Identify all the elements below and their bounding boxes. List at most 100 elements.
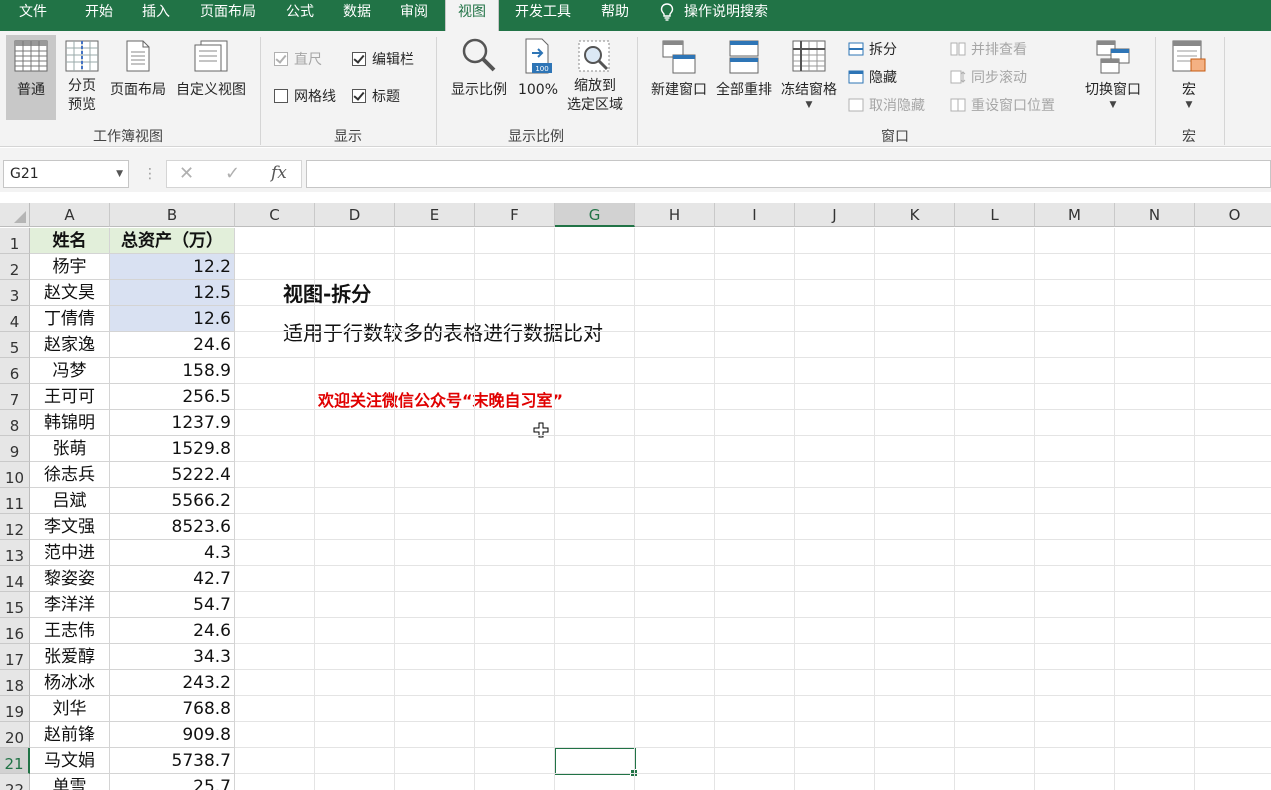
row-header-21[interactable]: 21 (0, 748, 30, 774)
tab-developer[interactable]: 开发工具 (505, 0, 581, 31)
assets-cell[interactable]: 5738.7 (110, 748, 235, 774)
arrange-all-button[interactable]: 全部重排 (712, 35, 776, 120)
name-cell[interactable]: 杨宇 (30, 254, 110, 280)
row-header-14[interactable]: 14 (0, 566, 30, 592)
name-box[interactable]: G21 ▼ (3, 160, 129, 188)
tab-page-layout[interactable]: 页面布局 (190, 0, 266, 31)
name-cell[interactable]: 吕斌 (30, 488, 110, 514)
macros-button[interactable]: 宏 ▼ (1164, 35, 1214, 120)
freeze-panes-button[interactable]: 冻结窗格 ▼ (776, 35, 842, 120)
column-header-f[interactable]: F (475, 203, 555, 227)
assets-cell[interactable]: 12.6 (110, 306, 235, 332)
unhide-button[interactable]: 取消隐藏 (848, 95, 925, 117)
tab-review[interactable]: 审阅 (386, 0, 442, 31)
row-header-22[interactable]: 22 (0, 774, 30, 790)
assets-cell[interactable]: 5222.4 (110, 462, 235, 488)
name-cell[interactable]: 黎姿姿 (30, 566, 110, 592)
hide-button[interactable]: 隐藏 (848, 67, 897, 89)
name-cell[interactable]: 赵家逸 (30, 332, 110, 358)
assets-cell[interactable]: 4.3 (110, 540, 235, 566)
assets-cell[interactable]: 12.5 (110, 280, 235, 306)
zoom-to-selection-button[interactable]: 缩放到 选定区域 (562, 35, 628, 120)
assets-cell[interactable]: 256.5 (110, 384, 235, 410)
column-header-n[interactable]: N (1115, 203, 1195, 227)
assets-cell[interactable]: 243.2 (110, 670, 235, 696)
assets-cell[interactable]: 1529.8 (110, 436, 235, 462)
row-header-16[interactable]: 16 (0, 618, 30, 644)
row-header-3[interactable]: 3 (0, 280, 30, 306)
cancel-icon[interactable]: ✕ (179, 163, 194, 184)
tab-help[interactable]: 帮助 (588, 0, 642, 31)
ruler-checkbox[interactable]: 直尺 (274, 50, 322, 70)
chevron-down-icon[interactable]: ▼ (116, 161, 123, 187)
name-cell[interactable]: 刘华 (30, 696, 110, 722)
normal-view-button[interactable]: 普通 (6, 35, 56, 120)
assets-cell[interactable]: 158.9 (110, 358, 235, 384)
column-header-d[interactable]: D (315, 203, 395, 227)
assets-cell[interactable]: 5566.2 (110, 488, 235, 514)
worksheet-grid[interactable]: 视图-拆分 适用于行数较多的表格进行数据比对 欢迎关注微信公众号“末晚自习室” … (0, 203, 1271, 790)
assets-cell[interactable]: 42.7 (110, 566, 235, 592)
tab-data[interactable]: 数据 (329, 0, 385, 31)
column-header-h[interactable]: H (635, 203, 715, 227)
assets-cell[interactable]: 54.7 (110, 592, 235, 618)
name-cell[interactable]: 张萌 (30, 436, 110, 462)
row-header-9[interactable]: 9 (0, 436, 30, 462)
zoom-button[interactable]: 显示比例 (446, 35, 512, 120)
assets-cell[interactable]: 24.6 (110, 618, 235, 644)
formula-bar-checkbox[interactable]: 编辑栏 (352, 50, 414, 70)
tab-home[interactable]: 开始 (70, 0, 128, 31)
column-header-j[interactable]: J (795, 203, 875, 227)
column-header-l[interactable]: L (955, 203, 1035, 227)
row-header-13[interactable]: 13 (0, 540, 30, 566)
row-header-20[interactable]: 20 (0, 722, 30, 748)
row-header-19[interactable]: 19 (0, 696, 30, 722)
name-cell[interactable]: 杨冰冰 (30, 670, 110, 696)
name-cell[interactable]: 赵前锋 (30, 722, 110, 748)
name-cell[interactable]: 范中进 (30, 540, 110, 566)
row-header-15[interactable]: 15 (0, 592, 30, 618)
insert-function-icon[interactable]: fx (271, 163, 287, 183)
column-header-b[interactable]: B (110, 203, 235, 227)
tab-insert[interactable]: 插入 (127, 0, 185, 31)
row-header-11[interactable]: 11 (0, 488, 30, 514)
row-header-17[interactable]: 17 (0, 644, 30, 670)
formula-bar-grip-icon[interactable]: ⋮ (143, 164, 157, 184)
name-cell[interactable]: 李洋洋 (30, 592, 110, 618)
formula-input[interactable] (306, 160, 1271, 188)
column-header-e[interactable]: E (395, 203, 475, 227)
zoom-100-button[interactable]: 100 100% (514, 35, 562, 120)
assets-cell[interactable]: 768.8 (110, 696, 235, 722)
row-header-12[interactable]: 12 (0, 514, 30, 540)
view-side-by-side-button[interactable]: 并排查看 (950, 39, 1027, 61)
split-button[interactable]: 拆分 (848, 39, 897, 61)
assets-cell[interactable]: 24.6 (110, 332, 235, 358)
name-cell[interactable]: 李文强 (30, 514, 110, 540)
row-header-10[interactable]: 10 (0, 462, 30, 488)
tab-view[interactable]: 视图 (445, 0, 499, 31)
column-header-g[interactable]: G (555, 203, 635, 227)
row-header-6[interactable]: 6 (0, 358, 30, 384)
headings-checkbox[interactable]: 标题 (352, 87, 400, 107)
row-header-5[interactable]: 5 (0, 332, 30, 358)
column-header-m[interactable]: M (1035, 203, 1115, 227)
assets-cell[interactable]: 909.8 (110, 722, 235, 748)
header-cell-assets[interactable]: 总资产（万） (110, 228, 235, 254)
row-header-1[interactable]: 1 (0, 228, 30, 254)
gridlines-checkbox[interactable]: 网格线 (274, 87, 336, 107)
column-header-k[interactable]: K (875, 203, 955, 227)
name-cell[interactable]: 韩锦明 (30, 410, 110, 436)
switch-windows-button[interactable]: 切换窗口 ▼ (1078, 35, 1148, 120)
assets-cell[interactable]: 25.7 (110, 774, 235, 790)
custom-views-button[interactable]: 自定义视图 (172, 35, 250, 120)
page-layout-view-button[interactable]: 页面布局 (106, 35, 170, 120)
enter-check-icon[interactable]: ✓ (225, 163, 240, 184)
tell-me-search[interactable]: 操作说明搜索 (660, 0, 790, 31)
header-cell-name[interactable]: 姓名 (30, 228, 110, 254)
column-header-i[interactable]: I (715, 203, 795, 227)
name-cell[interactable]: 王志伟 (30, 618, 110, 644)
tab-file[interactable]: 文件 (4, 0, 62, 31)
assets-cell[interactable]: 34.3 (110, 644, 235, 670)
row-header-4[interactable]: 4 (0, 306, 30, 332)
assets-cell[interactable]: 1237.9 (110, 410, 235, 436)
